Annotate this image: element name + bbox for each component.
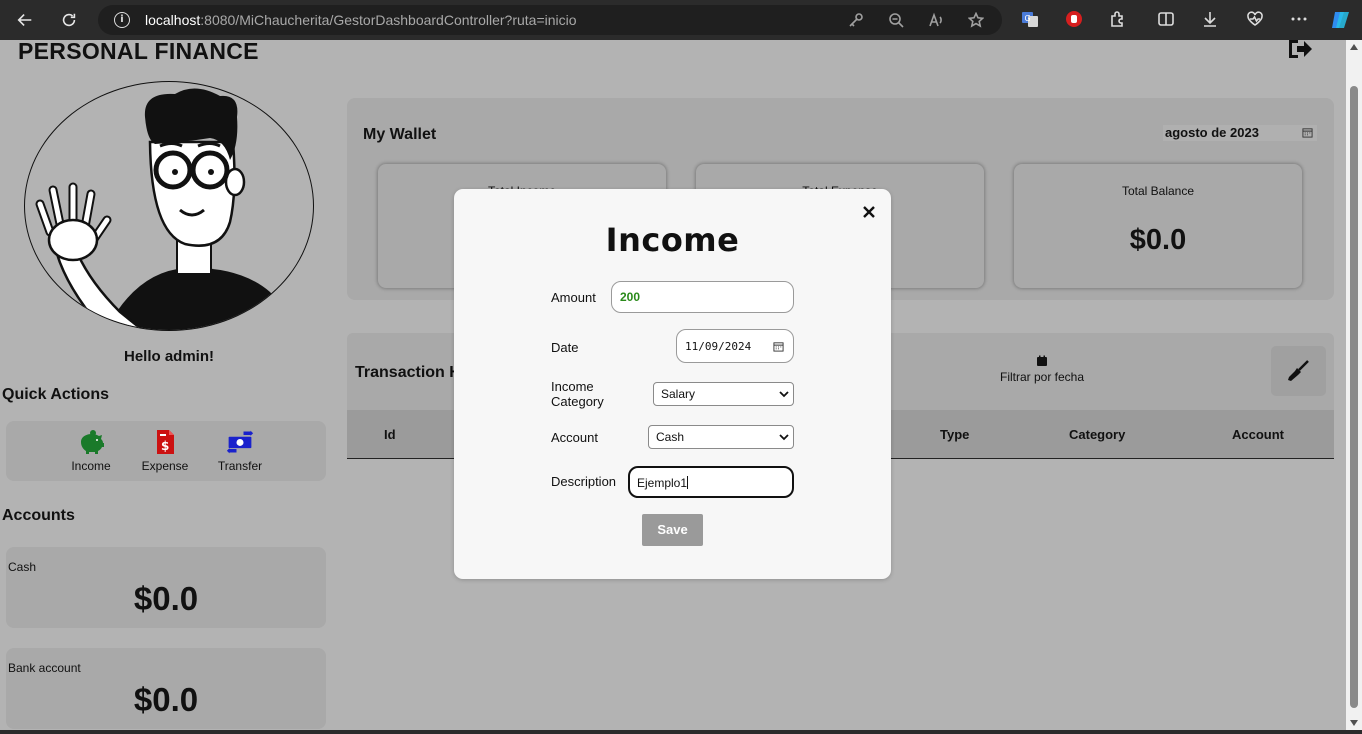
income-modal: Income Amount 200 Date 11/09/2024 Income… bbox=[454, 189, 891, 579]
amount-input[interactable]: 200 bbox=[611, 281, 794, 313]
piggy-bank-icon bbox=[81, 430, 104, 454]
downloads-icon[interactable] bbox=[1201, 10, 1219, 28]
account-name: Bank account bbox=[8, 661, 81, 675]
extensions-puzzle-icon[interactable] bbox=[1109, 10, 1127, 28]
page-scrollbar[interactable] bbox=[1346, 40, 1362, 730]
logout-icon[interactable] bbox=[1286, 40, 1314, 62]
stat-label: Total Balance bbox=[1121, 184, 1195, 198]
svg-text:$: $ bbox=[161, 439, 169, 453]
filter-label: Filtrar por fecha bbox=[999, 370, 1085, 384]
back-arrow-icon[interactable] bbox=[14, 9, 36, 31]
accounts-title: Accounts bbox=[2, 507, 75, 524]
select-value: Cash bbox=[656, 430, 685, 444]
stat-value: $0.0 bbox=[1129, 224, 1187, 256]
svg-text:G: G bbox=[1025, 14, 1031, 23]
chevron-down-icon bbox=[779, 434, 789, 441]
date-value: 11/09/2024 bbox=[685, 340, 752, 353]
url-text: localhost:8080/MiChaucherita/GestorDashb… bbox=[145, 12, 577, 28]
column-header: Account bbox=[1232, 427, 1284, 442]
account-select[interactable]: Cash bbox=[648, 425, 794, 449]
key-icon[interactable] bbox=[848, 12, 864, 28]
quick-actions-title: Quick Actions bbox=[2, 386, 109, 403]
greeting-text: Hello admin! bbox=[123, 348, 214, 365]
total-balance-card: Total Balance $0.0 bbox=[1014, 164, 1302, 288]
column-header: Category bbox=[1069, 427, 1126, 442]
wallet-title: My Wallet bbox=[363, 126, 437, 143]
filter-by-date-button[interactable]: Filtrar por fecha bbox=[987, 355, 1097, 384]
scroll-thumb[interactable] bbox=[1350, 86, 1358, 708]
month-picker[interactable]: agosto de 2023 bbox=[1163, 125, 1317, 141]
description-value: Ejemplo1 bbox=[637, 476, 688, 490]
date-input[interactable]: 11/09/2024 bbox=[676, 329, 794, 363]
income-category-label: Income Category bbox=[551, 379, 604, 409]
invoice-dollar-icon: $ bbox=[157, 430, 174, 454]
column-header: Type bbox=[940, 427, 970, 442]
refresh-icon[interactable] bbox=[58, 9, 80, 31]
description-input[interactable]: Ejemplo1 bbox=[628, 466, 794, 498]
income-category-select[interactable]: Salary bbox=[653, 382, 794, 406]
money-transfer-icon bbox=[226, 430, 254, 454]
close-icon[interactable] bbox=[862, 205, 876, 219]
broom-icon bbox=[1288, 360, 1309, 381]
quick-action-transfer[interactable]: Transfer bbox=[210, 429, 270, 473]
date-label: Date bbox=[551, 340, 579, 355]
label-line: Category bbox=[551, 394, 604, 409]
site-info-icon[interactable]: i bbox=[114, 12, 130, 28]
text-caret bbox=[687, 476, 689, 489]
column-header: Id bbox=[384, 427, 396, 442]
split-screen-icon[interactable] bbox=[1157, 10, 1175, 28]
clear-filter-button[interactable] bbox=[1271, 346, 1326, 396]
account-balance: $0.0 bbox=[133, 681, 199, 718]
address-bar[interactable]: i localhost:8080/MiChaucherita/GestorDas… bbox=[98, 5, 1002, 35]
account-name: Cash bbox=[8, 560, 37, 574]
description-label: Description bbox=[551, 474, 617, 489]
user-avatar bbox=[24, 81, 314, 331]
copilot-icon[interactable] bbox=[1329, 8, 1353, 32]
select-value: Salary bbox=[661, 387, 696, 401]
browser-essentials-icon[interactable] bbox=[1246, 10, 1264, 28]
calendar-icon bbox=[1037, 355, 1047, 366]
more-menu-icon[interactable] bbox=[1290, 10, 1308, 28]
account-card-bank[interactable]: Bank account $0.0 bbox=[6, 648, 326, 729]
calendar-icon bbox=[1302, 128, 1313, 138]
month-value: agosto de 2023 bbox=[1165, 125, 1259, 140]
label-line: Income bbox=[551, 379, 594, 394]
zoom-out-icon[interactable] bbox=[888, 12, 904, 28]
read-aloud-icon[interactable] bbox=[928, 12, 944, 28]
amount-label: Amount bbox=[551, 290, 596, 305]
app-title: PERSONAL FINANCE bbox=[18, 40, 259, 64]
browser-toolbar: i localhost:8080/MiChaucherita/GestorDas… bbox=[0, 0, 1362, 40]
save-button[interactable]: Save bbox=[642, 514, 703, 546]
quick-action-expense[interactable]: $ Expense bbox=[135, 429, 195, 473]
quick-action-income[interactable]: Income bbox=[61, 429, 121, 473]
translate-icon[interactable]: G bbox=[1021, 10, 1039, 28]
modal-title: Income bbox=[605, 221, 740, 259]
account-label: Account bbox=[551, 430, 598, 445]
account-card-cash[interactable]: Cash $0.0 bbox=[6, 547, 326, 628]
scroll-up-arrow-icon[interactable] bbox=[1350, 44, 1358, 50]
scroll-down-arrow-icon[interactable] bbox=[1350, 720, 1358, 726]
quick-actions-panel: Income $ Expense Transfer bbox=[6, 421, 326, 481]
account-balance: $0.0 bbox=[133, 580, 199, 617]
calendar-icon[interactable] bbox=[773, 341, 784, 352]
favorite-star-icon[interactable] bbox=[967, 11, 985, 28]
chevron-down-icon bbox=[779, 391, 789, 398]
extension-stop-icon[interactable] bbox=[1065, 10, 1083, 28]
